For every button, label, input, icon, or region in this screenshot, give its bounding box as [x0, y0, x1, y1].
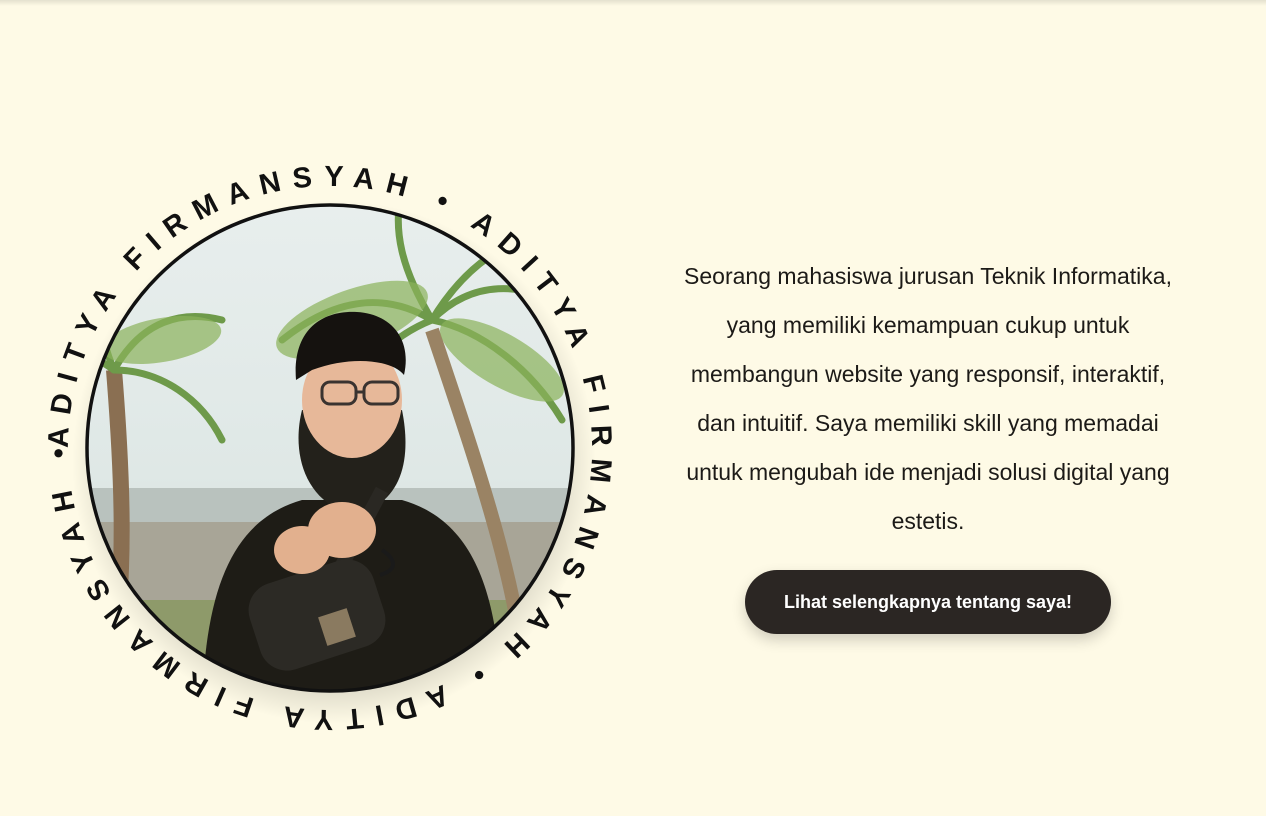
about-section: Seorang mahasiswa jurusan Teknik Informa… — [672, 252, 1184, 634]
profile-photo-svg: ADITYA FIRMANSYAH • ADITYA FIRMANSYAH • … — [43, 161, 617, 735]
about-description: Seorang mahasiswa jurusan Teknik Informa… — [684, 263, 1172, 534]
see-more-about-button[interactable]: Lihat selengkapnya tentang saya! — [745, 570, 1111, 634]
header-shadow — [0, 0, 1266, 6]
profile-portrait: ADITYA FIRMANSYAH • ADITYA FIRMANSYAH • … — [43, 161, 617, 735]
